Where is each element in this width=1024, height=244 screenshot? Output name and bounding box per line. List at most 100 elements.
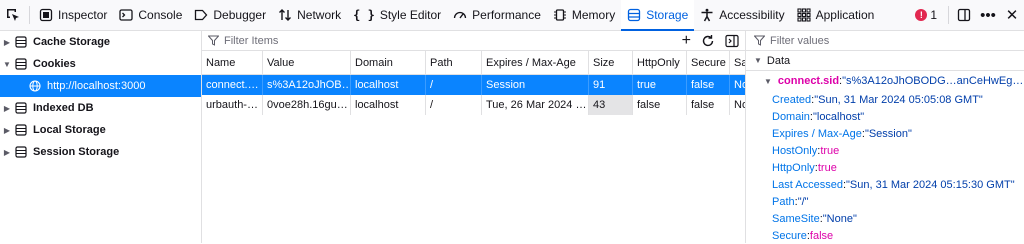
refresh-icon[interactable] [701, 34, 715, 48]
property-row[interactable]: Path: "/" [746, 193, 1024, 210]
tree-item-label: Local Storage [33, 124, 106, 136]
property-value: true [817, 161, 837, 174]
element-picker-button[interactable] [0, 0, 26, 31]
cell-value[interactable]: 0voe28h.16gu… [263, 95, 351, 115]
property-value: "localhost" [812, 110, 865, 123]
cell-samesite[interactable]: No [730, 75, 745, 95]
cookie-object-name: connect.sid [777, 75, 840, 87]
cell-domain[interactable]: localhost [351, 95, 426, 115]
property-value: false [809, 229, 834, 242]
property-row[interactable]: Expires / Max-Age: "Session" [746, 125, 1024, 142]
cell-expires[interactable]: Session [482, 75, 589, 95]
cell-path[interactable]: / [426, 95, 482, 115]
cookie-object-row[interactable]: ▼ connect.sid : "s%3A12oJhOBODG…anCeHwEg… [746, 71, 1024, 91]
collapse-arrow-icon[interactable]: ▼ [0, 60, 14, 69]
cell-value[interactable]: s%3A12oJhOB… [263, 75, 351, 95]
inspector-icon [39, 8, 53, 22]
table-row[interactable]: urbauth-… 0voe28h.16gu… localhost / Tue,… [202, 95, 745, 115]
error-counter[interactable]: ! 1 [907, 8, 945, 22]
tab-style-editor[interactable]: { } Style Editor [347, 0, 447, 31]
dock-options-button[interactable] [952, 0, 976, 31]
cell-expires[interactable]: Tue, 26 Mar 2024 … [482, 95, 589, 115]
tab-label: Inspector [58, 8, 108, 22]
cell-name[interactable]: connect.… [202, 75, 263, 95]
storage-icon [14, 123, 28, 137]
cell-httponly[interactable]: true [633, 75, 687, 95]
cell-path[interactable]: / [426, 75, 482, 95]
property-row[interactable]: HttpOnly: true [746, 159, 1024, 176]
column-header-domain[interactable]: Domain [351, 51, 426, 74]
tree-item-session-storage[interactable]: ▶ Session Storage [0, 141, 201, 163]
expand-arrow-icon[interactable]: ▶ [0, 126, 14, 135]
property-row[interactable]: SameSite: "None" [746, 210, 1024, 227]
column-header-path[interactable]: Path [426, 51, 482, 74]
column-header-httponly[interactable]: HttpOnly [633, 51, 687, 74]
filter-values-bar: Filter values [746, 31, 1024, 51]
expand-arrow-icon[interactable]: ▶ [0, 148, 14, 157]
property-row[interactable]: Created: "Sun, 31 Mar 2024 05:05:08 GMT" [746, 91, 1024, 108]
cookies-table-panel: Filter Items + Name Value Domain Path Ex… [202, 31, 745, 243]
cell-domain[interactable]: localhost [351, 75, 426, 95]
tab-console[interactable]: Console [113, 0, 188, 31]
cell-size[interactable]: 43 [589, 95, 633, 115]
section-label: Data [766, 54, 791, 67]
cell-secure[interactable]: false [687, 75, 730, 95]
filter-icon [754, 35, 765, 46]
more-options-button[interactable]: ••• [976, 0, 1000, 31]
tab-inspector[interactable]: Inspector [33, 0, 113, 31]
tab-storage[interactable]: Storage [621, 0, 695, 31]
filter-items-input[interactable]: Filter Items [224, 35, 278, 47]
column-header-secure[interactable]: Secure [687, 51, 730, 74]
expand-arrow-icon[interactable]: ▶ [0, 38, 14, 47]
cell-httponly[interactable]: false [633, 95, 687, 115]
style-editor-icon: { } [353, 8, 375, 22]
column-header-value[interactable]: Value [263, 51, 351, 74]
tree-item-local-storage[interactable]: ▶ Local Storage [0, 119, 201, 141]
tree-item-indexed-db[interactable]: ▶ Indexed DB [0, 97, 201, 119]
console-icon [119, 9, 134, 21]
close-icon: ✕ [1005, 7, 1019, 24]
storage-icon [628, 8, 641, 22]
storage-icon [14, 35, 28, 49]
cell-samesite[interactable]: No [730, 95, 745, 115]
cell-size[interactable]: 91 [589, 75, 633, 95]
tab-label: Performance [472, 8, 541, 22]
property-row[interactable]: HostOnly: true [746, 142, 1024, 159]
property-row[interactable]: Last Accessed: "Sun, 31 Mar 2024 05:15:30… [746, 176, 1024, 193]
toggle-sidebar-icon[interactable] [725, 34, 739, 48]
memory-icon [553, 9, 566, 21]
tree-item-cache-storage[interactable]: ▶ Cache Storage [0, 31, 201, 53]
globe-icon [28, 79, 42, 93]
tab-debugger[interactable]: Debugger [188, 0, 272, 31]
column-header-samesite[interactable]: Sa [730, 51, 745, 74]
column-header-expires[interactable]: Expires / Max-Age [482, 51, 589, 74]
property-row[interactable]: Secure: false [746, 227, 1024, 244]
property-value: "Session" [864, 127, 912, 140]
tree-item-cookies[interactable]: ▼ Cookies [0, 53, 201, 75]
storage-icon [14, 145, 28, 159]
tab-application[interactable]: Application [791, 0, 881, 31]
column-header-size[interactable]: Size [589, 51, 633, 74]
tab-network[interactable]: Network [272, 0, 347, 31]
close-toolbox-button[interactable]: ✕ [1000, 0, 1024, 31]
application-icon [797, 8, 811, 22]
tree-item-label: http://localhost:3000 [47, 80, 146, 92]
expand-arrow-icon[interactable]: ▶ [0, 104, 14, 113]
tab-performance[interactable]: Performance [447, 0, 547, 31]
column-header-name[interactable]: Name [202, 51, 263, 74]
table-row[interactable]: connect.… s%3A12oJhOB… localhost / Sessi… [202, 75, 745, 95]
storage-tree: ▶ Cache Storage ▼ Cookies http://localho… [0, 31, 202, 243]
collapse-arrow-icon[interactable]: ▼ [754, 56, 762, 65]
tree-item-localhost-cookies[interactable]: http://localhost:3000 [0, 75, 201, 97]
data-section-header[interactable]: ▼ Data [746, 51, 1024, 71]
cell-secure[interactable]: false [687, 95, 730, 115]
cell-name[interactable]: urbauth-… [202, 95, 263, 115]
tab-accessibility[interactable]: Accessibility [694, 0, 790, 31]
collapse-arrow-icon[interactable]: ▼ [764, 77, 772, 86]
tab-label: Application [815, 8, 875, 22]
add-item-icon[interactable]: + [682, 32, 691, 49]
tab-memory[interactable]: Memory [547, 0, 621, 31]
filter-values-input[interactable]: Filter values [770, 35, 829, 47]
property-row[interactable]: Domain: "localhost" [746, 108, 1024, 125]
toolbar-divider [948, 6, 949, 24]
